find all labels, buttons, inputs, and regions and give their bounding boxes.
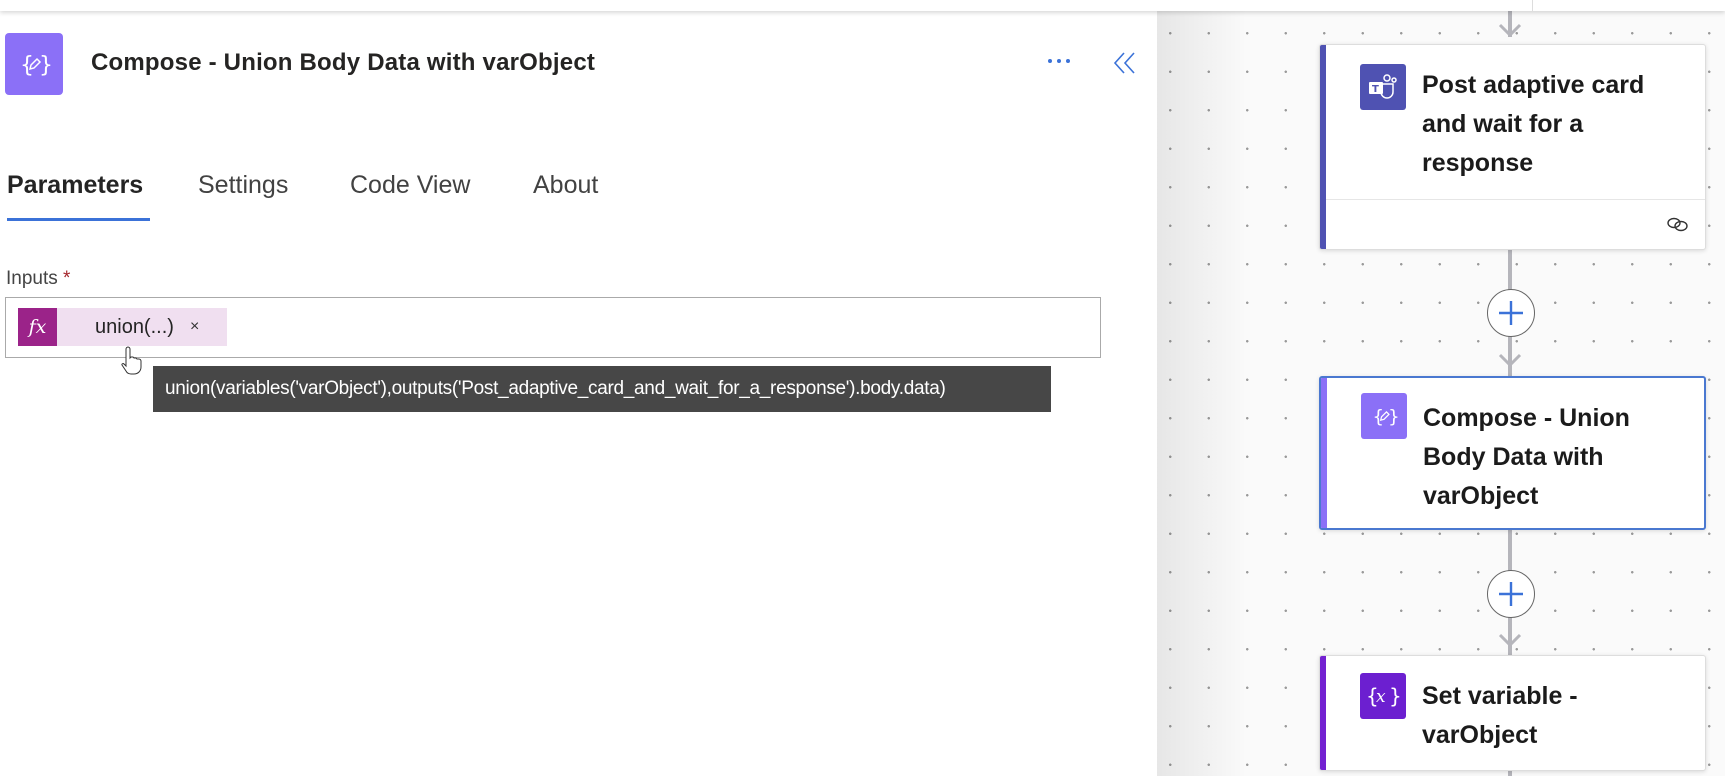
tab-code-view[interactable]: Code View: [350, 171, 470, 200]
top-bar: [0, 0, 1725, 11]
svg-text:T: T: [1372, 84, 1379, 95]
arrow-down-icon: [1498, 633, 1522, 648]
card-title-line: and wait for a: [1422, 110, 1584, 138]
fx-icon: fx: [18, 308, 57, 346]
inputs-field[interactable]: fx union(...) ×: [5, 297, 1101, 358]
arrow-down-icon: [1498, 23, 1522, 38]
active-tab-indicator: [7, 218, 150, 221]
link-icon[interactable]: [1665, 215, 1691, 233]
tab-settings[interactable]: Settings: [198, 171, 288, 200]
remove-token-button[interactable]: ×: [190, 318, 199, 336]
card-accent: [1321, 378, 1327, 528]
insert-step-button[interactable]: [1487, 289, 1535, 337]
flow-card-compose[interactable]: {} Compose - Union Body Data with varObj…: [1319, 376, 1706, 530]
double-chevron-left-icon: [1113, 52, 1135, 74]
token-label[interactable]: union(...): [95, 316, 174, 339]
tab-parameters[interactable]: Parameters: [7, 171, 143, 200]
compose-icon: {}: [5, 33, 63, 95]
inputs-label-text: Inputs: [6, 268, 58, 289]
card-title: Compose - Union Body Data with varObject: [1423, 399, 1693, 516]
svg-text:x: x: [1376, 687, 1386, 707]
svg-text:}: }: [1388, 407, 1398, 428]
card-accent: [1320, 45, 1326, 249]
svg-text:}: }: [1389, 684, 1401, 708]
arrow-down-icon: [1498, 353, 1522, 368]
expression-tooltip: union(variables('varObject'),outputs('Po…: [153, 366, 1051, 412]
required-mark: *: [63, 268, 71, 289]
card-accent: [1320, 656, 1326, 770]
card-title-line: varObject: [1423, 482, 1539, 510]
card-title-line: Body Data with: [1423, 443, 1604, 471]
flow-card-set-variable[interactable]: {x} Set variable - varObject: [1319, 655, 1706, 771]
svg-text:}: }: [39, 53, 51, 78]
svg-text:{: {: [1372, 407, 1384, 428]
inputs-label: Inputs *: [6, 268, 70, 290]
more-options-button[interactable]: [1048, 51, 1074, 71]
teams-icon: T: [1360, 64, 1406, 110]
card-title-line: varObject: [1422, 721, 1538, 749]
card-title-line: response: [1422, 149, 1534, 177]
collapse-panel-button[interactable]: [1112, 51, 1138, 82]
card-title: Set variable - varObject: [1422, 677, 1692, 755]
card-title-line: Compose - Union: [1423, 404, 1630, 432]
plus-icon: [1499, 301, 1523, 325]
svg-text:{: {: [20, 53, 34, 78]
variable-icon: {x}: [1360, 673, 1406, 719]
card-divider: [1326, 199, 1705, 200]
tab-about[interactable]: About: [533, 171, 598, 200]
action-details-panel: {} Compose - Union Body Data with varObj…: [0, 11, 1157, 776]
compose-icon: {}: [1361, 393, 1407, 439]
connector: [1508, 771, 1512, 776]
plus-icon: [1499, 582, 1523, 606]
divider: [1532, 0, 1533, 11]
card-title: Post adaptive card and wait for a respon…: [1422, 66, 1692, 183]
expression-token[interactable]: fx union(...) ×: [18, 308, 227, 346]
panel-title: Compose - Union Body Data with varObject: [91, 49, 596, 76]
insert-step-button[interactable]: [1487, 570, 1535, 618]
hand-cursor-icon: [121, 346, 142, 375]
card-title-line: Post adaptive card: [1422, 71, 1645, 99]
card-title-line: Set variable -: [1422, 682, 1578, 710]
flow-card-post-adaptive-card[interactable]: T Post adaptive card and wait for a resp…: [1319, 44, 1706, 250]
